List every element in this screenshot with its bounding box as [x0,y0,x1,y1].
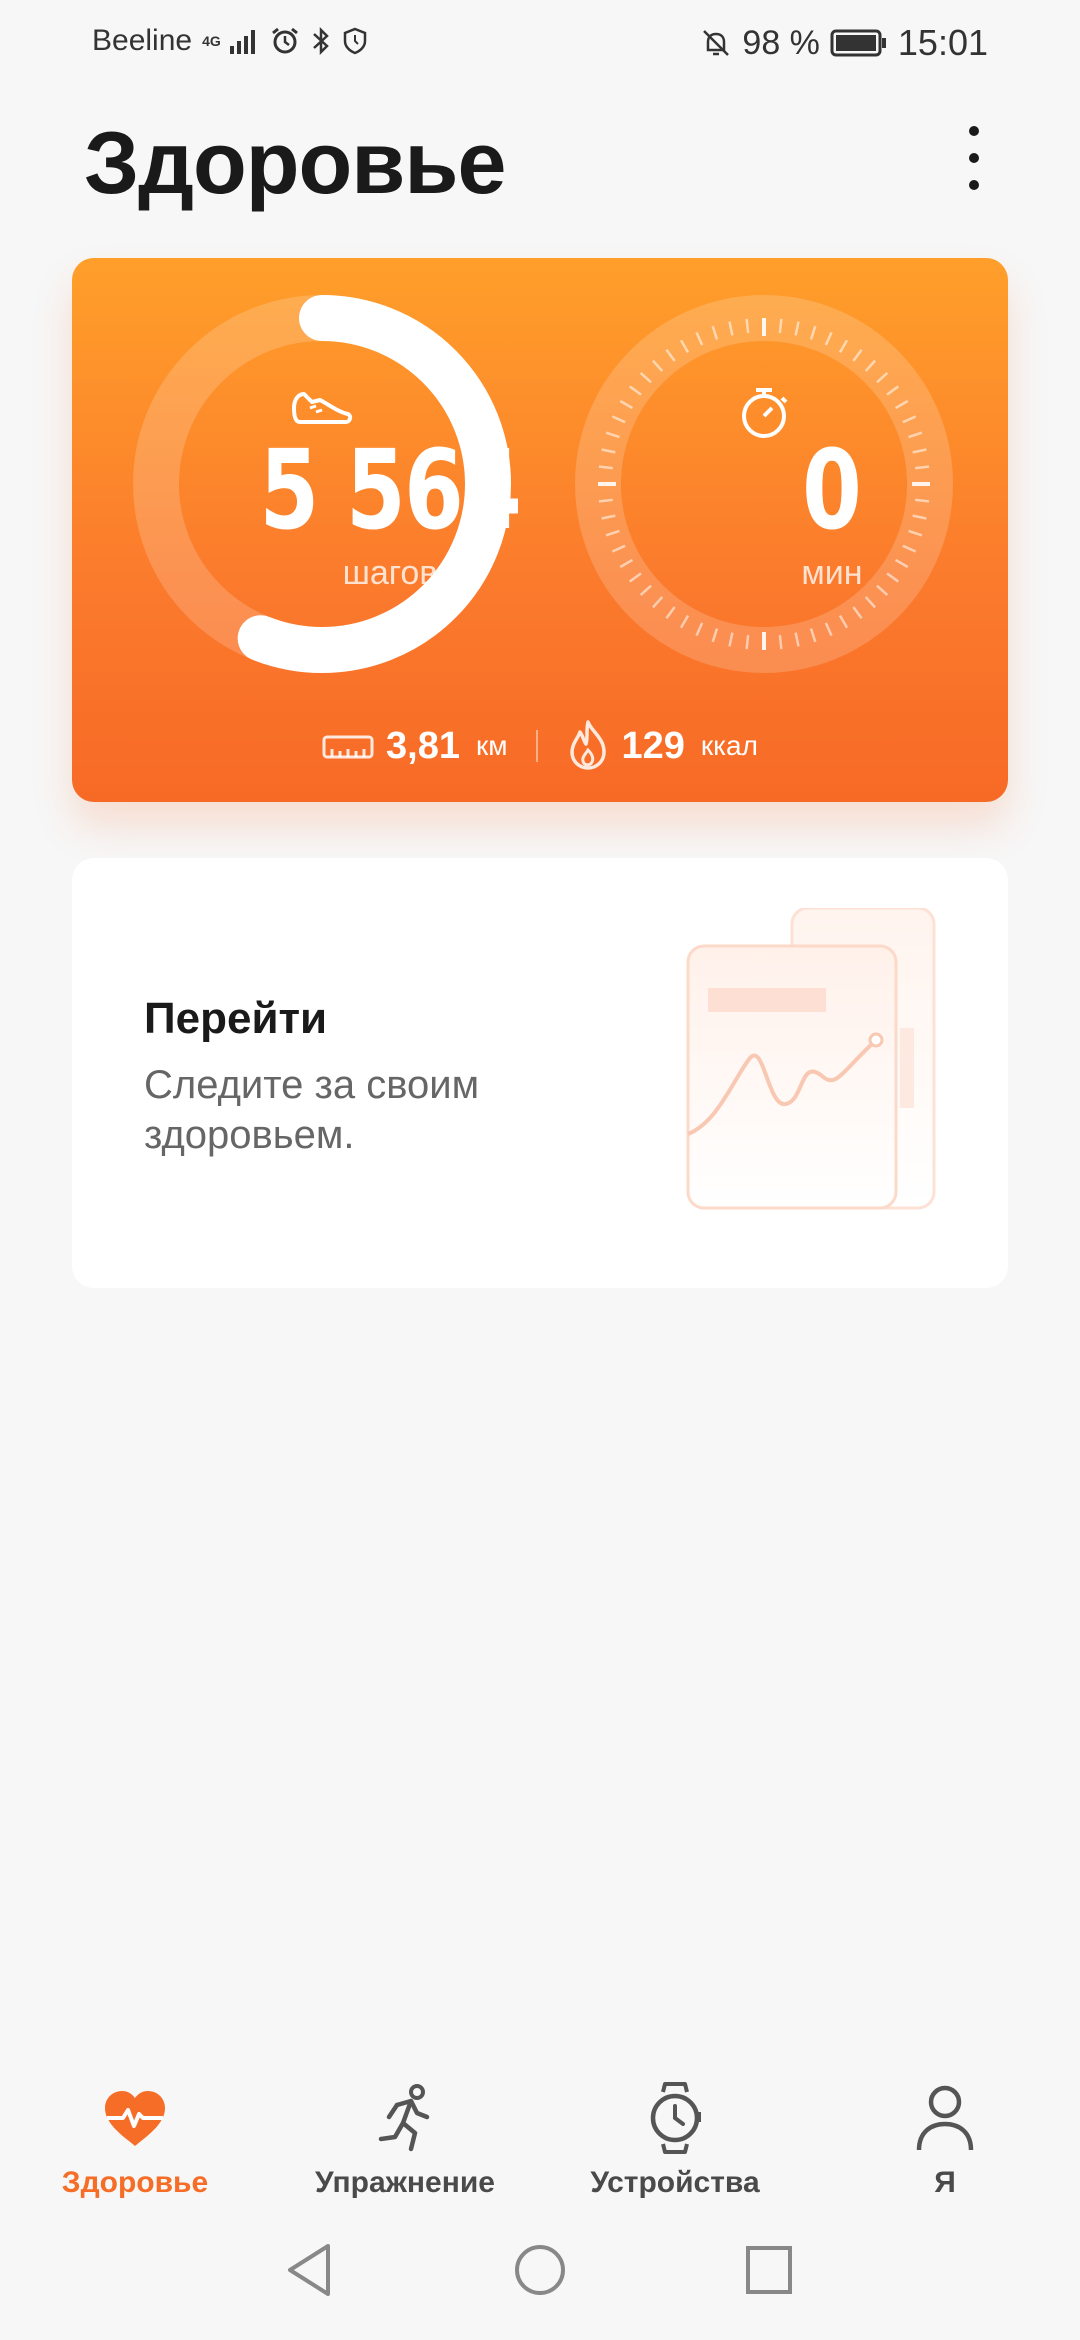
promo-text: Следите за своим здоровьем. [144,1063,480,1157]
menu-dot [969,180,979,190]
dial-tick [598,465,613,470]
battery-percent: 98 % [742,23,820,62]
dial-tick [778,635,783,650]
bell-off-icon [700,27,732,59]
status-right: 98 % 15:01 [700,22,988,64]
system-nav-bar [0,2212,1080,2340]
minutes-value: 0 [802,426,862,554]
home-icon[interactable] [514,2242,566,2303]
back-icon[interactable] [284,2242,334,2303]
network-type: 4G [202,33,221,49]
status-bar: Beeline 4G 98 % 15:01 [0,0,1080,84]
dial-tick [745,635,750,650]
nav-me[interactable]: Я [810,2078,1080,2200]
status-left: Beeline 4G [92,24,368,58]
activity-card[interactable]: 5 564 шагов 0 мин 3,81 км 129 ккал [72,258,1008,802]
nav-label: Здоровье [61,2166,209,2199]
calories-unit: ккал [700,730,758,761]
recents-icon[interactable] [744,2242,794,2303]
bluetooth-icon [310,26,332,56]
page-title: Здоровье [84,113,506,212]
steps-unit: шагов [342,554,438,592]
minutes-unit: мин [801,554,863,592]
chart-illustration [686,908,936,1210]
nav-exercise[interactable]: Упражнение [270,2078,540,2200]
distance-value: 3,81 [386,724,461,767]
dial-tick [778,318,783,333]
nav-label: Устройства [590,2166,760,2199]
promo-title[interactable]: Перейти [144,994,327,1044]
health-promo-card[interactable]: Перейти Следите за своим здоровьем. [72,858,1008,1288]
watch-icon [540,2078,810,2158]
stats-row: 3,81 км 129 ккал [72,714,1008,778]
steps-value: 5 564 [259,426,522,554]
nav-devices[interactable]: Устройства [540,2078,810,2200]
stat-divider [535,730,538,762]
distance-unit: км [476,730,508,761]
alarm-icon [270,26,300,56]
nav-label: Я [934,2166,956,2199]
ruler-icon [322,729,374,764]
dial-tick [598,498,613,503]
dial-tick [745,318,750,333]
menu-dot [969,126,979,136]
signal-icon [230,28,260,54]
shield-icon [342,26,368,56]
nav-label: Упражнение [315,2166,495,2199]
clock: 15:01 [897,22,988,63]
battery-icon [830,28,888,58]
calories-stat: 129 ккал [566,718,758,775]
shoe-icon [292,392,353,424]
calories-value: 129 [621,724,685,767]
menu-dot [969,153,979,163]
flame-icon [566,718,610,775]
heart-pulse-icon [0,2078,270,2158]
distance-stat: 3,81 км [322,724,508,768]
carrier-name: Beeline [92,24,193,57]
bottom-nav: Здоровье Упражнение Устройства Я [0,2052,1080,2212]
runner-icon [270,2078,540,2158]
nav-health[interactable]: Здоровье [0,2078,270,2200]
more-vertical-icon[interactable] [954,120,994,200]
person-icon [810,2078,1080,2158]
